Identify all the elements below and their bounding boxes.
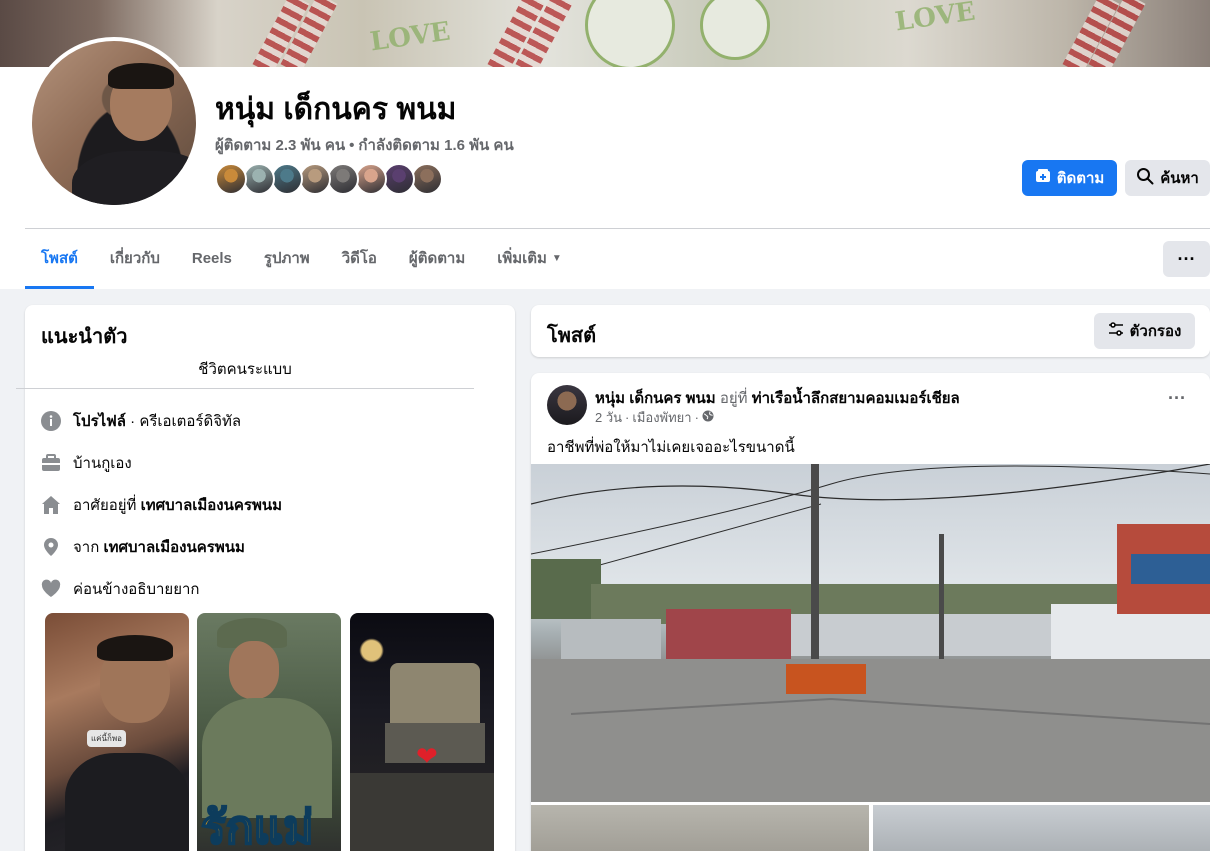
intro-item-work: บ้านกูเอง: [41, 451, 132, 475]
follow-label: ติดตาม: [1056, 170, 1105, 187]
location-icon: [41, 537, 61, 557]
post-image-2[interactable]: [531, 805, 869, 851]
post-image[interactable]: [531, 464, 1210, 802]
post-image-3[interactable]: [873, 805, 1210, 851]
posts-header-card: โพสต์ ตัวกรอง: [531, 305, 1210, 357]
header-divider: [25, 228, 1210, 229]
post-author-name[interactable]: หนุ่ม เด็กนคร พนม: [595, 390, 716, 407]
tab-label: เกี่ยวกับ: [109, 250, 160, 267]
intro-item-relationship: ค่อนข้างอธิบายยาก: [41, 577, 200, 601]
intro-title: แนะนำตัว: [41, 326, 128, 348]
follower-avatar[interactable]: [299, 163, 331, 195]
cover-photo[interactable]: LOVE LOVE: [0, 0, 1210, 67]
bio-divider: [16, 388, 474, 389]
post-text: อาชีพที่พ่อให้มาไม่เคยเจออะไรขนาดนี้: [547, 439, 795, 456]
follower-stats: ผู้ติดตาม 2.3 พัน คน • กำลังติดตาม 1.6 พัน…: [215, 133, 514, 157]
ellipsis-icon: ···: [1177, 248, 1196, 269]
intro-item-from: จาก เทศบาลเมืองนครพนม: [41, 535, 245, 559]
follow-icon: [1035, 168, 1051, 188]
caret-down-icon: ▼: [551, 253, 562, 265]
intro-item-bold[interactable]: เทศบาลเมืองนครพนม: [141, 497, 282, 514]
filter-icon: [1108, 322, 1124, 340]
profile-header: LOVE LOVE หนุ่ม เด็กนคร พนม ผู้ติดตาม 2.…: [0, 0, 1210, 289]
follower-avatars[interactable]: [215, 163, 443, 195]
globe-icon: [702, 410, 714, 425]
follower-avatar[interactable]: [355, 163, 387, 195]
follower-avatar[interactable]: [327, 163, 359, 195]
intro-item-lives: อาศัยอยู่ที่ เทศบาลเมืองนครพนม: [41, 493, 282, 517]
intro-item-label: บ้านกูเอง: [73, 455, 132, 472]
follower-avatar[interactable]: [383, 163, 415, 195]
tab-1[interactable]: เกี่ยวกับ: [94, 237, 176, 289]
follow-button[interactable]: ติดตาม: [1022, 160, 1117, 196]
profile-tabs: โพสต์ เกี่ยวกับ Reels รูปภาพ วิดีโอ ผู้ติดตาม…: [25, 237, 578, 289]
tab-6[interactable]: เพิ่มเติม ▼: [481, 237, 578, 289]
photo-tag: แค่นี้ก็พอ: [87, 730, 126, 747]
intro-item-label: จาก: [73, 539, 104, 556]
tab-label: ผู้ติดตาม: [408, 250, 466, 267]
info-icon: [41, 411, 61, 431]
following-count[interactable]: กำลังติดตาม 1.6 พัน คน: [358, 137, 513, 154]
followers-count[interactable]: ผู้ติดตาม 2.3 พัน คน: [215, 137, 345, 154]
post-location[interactable]: เมืองพัทยา: [632, 407, 691, 428]
tab-0[interactable]: โพสต์: [25, 237, 94, 289]
tab-label: โพสต์: [41, 250, 78, 267]
featured-photo-2[interactable]: รักแม่: [197, 613, 341, 851]
intro-item-bold[interactable]: โปรไฟล์: [73, 413, 126, 430]
follower-avatar[interactable]: [243, 163, 275, 195]
briefcase-icon: [41, 453, 61, 473]
post-time[interactable]: 2 วัน: [595, 407, 622, 428]
featured-photo-1[interactable]: แค่นี้ก็พอ: [45, 613, 189, 851]
tab-5[interactable]: ผู้ติดตาม: [393, 237, 481, 289]
follower-avatar[interactable]: [271, 163, 303, 195]
tab-label: วิดีโอ: [341, 250, 377, 267]
intro-item-bold[interactable]: เทศบาลเมืองนครพนม: [103, 539, 244, 556]
search-label: ค้นหา: [1160, 170, 1199, 187]
heart-icon: [41, 579, 61, 599]
intro-item-label: · ครีเอเตอร์ดิจิทัล: [126, 413, 242, 430]
intro-item-label: อาศัยอยู่ที่: [73, 497, 141, 514]
tab-label: Reels: [191, 250, 232, 267]
post-place[interactable]: ท่าเรือน้ำลึกสยามคอมเมอร์เชียล: [752, 390, 960, 407]
intro-item-label: ค่อนข้างอธิบายยาก: [73, 581, 200, 598]
tab-label: รูปภาพ: [263, 250, 310, 267]
more-options-button[interactable]: ···: [1163, 241, 1210, 277]
filter-button[interactable]: ตัวกรอง: [1094, 313, 1195, 349]
intro-bio: ชีวิตคนระแบบ: [198, 361, 292, 378]
heart-sticker-icon: ❤: [416, 741, 438, 771]
search-icon: [1136, 167, 1154, 189]
posts-title: โพสต์: [547, 325, 597, 347]
post-author-avatar[interactable]: [547, 385, 587, 425]
search-button[interactable]: ค้นหา: [1125, 160, 1210, 196]
tab-label: เพิ่มเติม: [497, 250, 547, 267]
filter-label: ตัวกรอง: [1129, 323, 1182, 340]
follower-avatar[interactable]: [411, 163, 443, 195]
follower-avatar[interactable]: [215, 163, 247, 195]
profile-avatar[interactable]: [28, 37, 200, 209]
intro-item-profile: โปรไฟล์ · ครีเอเตอร์ดิจิทัล: [41, 409, 241, 433]
post-meta: 2 วัน · เมืองพัทยา ·: [595, 407, 714, 428]
separator: •: [349, 137, 355, 154]
post-card: หนุ่ม เด็กนคร พนม อยู่ที่ ท่าเรือน้ำลึกส…: [531, 373, 1210, 851]
tab-2[interactable]: Reels: [176, 237, 248, 289]
home-icon: [41, 495, 61, 515]
post-options-button[interactable]: ···: [1159, 389, 1195, 414]
photo-overlay-text: รักแม่: [200, 799, 315, 851]
featured-photo-3[interactable]: ❤: [350, 613, 494, 851]
tab-3[interactable]: รูปภาพ: [248, 237, 326, 289]
meta-dot: ·: [694, 410, 699, 425]
meta-dot: ·: [625, 410, 630, 425]
profile-name: หนุ่ม เด็กนคร พนม: [215, 93, 457, 126]
post-at-text: อยู่ที่: [719, 390, 748, 407]
tab-4[interactable]: วิดีโอ: [326, 237, 393, 289]
